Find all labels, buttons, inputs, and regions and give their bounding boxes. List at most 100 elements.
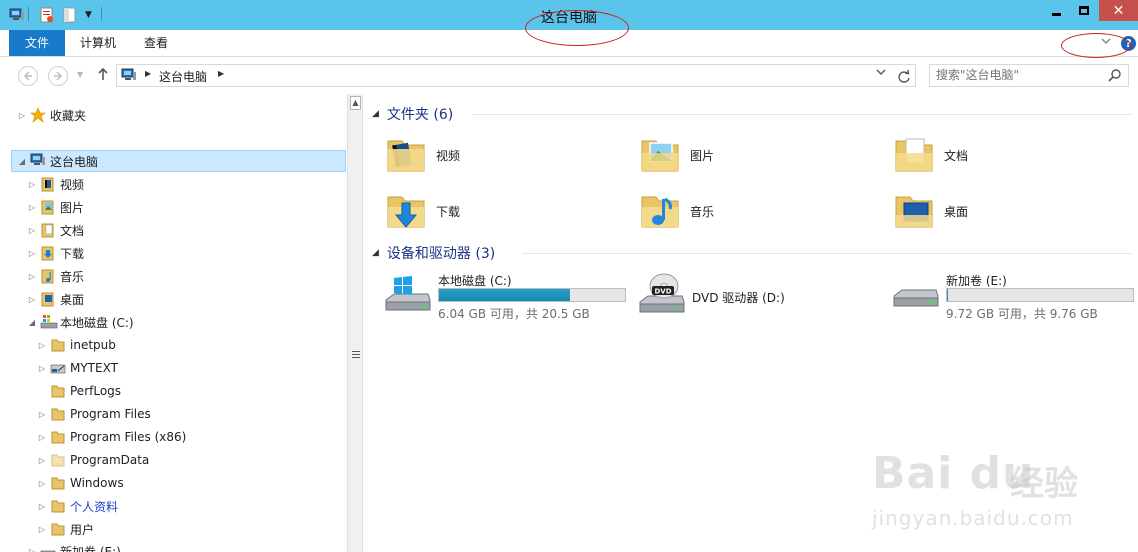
tree-item-label: PerfLogs: [70, 384, 122, 398]
folder-label: 桌面: [944, 204, 969, 219]
folder-icon: [50, 337, 66, 353]
baidu-watermark: Bai du 经验 jingyan.baidu.com: [872, 430, 1132, 550]
local-disk-icon: [40, 314, 58, 330]
expand-arrow-icon[interactable]: ▷: [37, 341, 47, 350]
folders-group-header[interactable]: ◢ 文件夹 (6): [372, 103, 1132, 125]
up-arrow-icon[interactable]: [97, 67, 109, 85]
navigation-pane: ▷ 收藏夹 ◢ 这台电脑 ▷ 视频 ▷ 图片 ▷ 文档 ▷ 下载 ▷ 音乐 ▷ …: [0, 94, 347, 552]
drive-usage-bar: [438, 288, 626, 302]
computer-icon: [121, 68, 137, 85]
breadcrumb-this-pc[interactable]: 这台电脑: [159, 68, 207, 85]
tree-item-downloads[interactable]: ▷ 下载: [27, 243, 84, 263]
tree-item-label: Program Files: [70, 407, 151, 421]
expand-arrow-icon[interactable]: ▷: [27, 180, 37, 189]
computer-icon: [30, 153, 46, 169]
maximize-button[interactable]: [1071, 0, 1097, 21]
minimize-button[interactable]: [1043, 0, 1069, 21]
tree-item-label: 下载: [60, 246, 85, 261]
collapse-group-arrow-icon[interactable]: ◢: [372, 248, 379, 258]
tree-item-music[interactable]: ▷ 音乐: [27, 266, 84, 286]
devices-group-header[interactable]: ◢ 设备和驱动器 (3): [372, 242, 1132, 264]
folder-item-documents[interactable]: 文档: [892, 130, 968, 180]
tree-item-personal-data[interactable]: ▷ 个人资料: [37, 496, 118, 516]
expand-arrow-icon[interactable]: ▷: [27, 295, 37, 304]
downloads-folder-icon: [40, 245, 56, 261]
tree-item-pictures[interactable]: ▷ 图片: [27, 197, 84, 217]
search-input[interactable]: [936, 68, 1106, 82]
breadcrumb-chevron-icon[interactable]: ▶: [145, 69, 151, 78]
tree-item-label: 视频: [60, 177, 85, 192]
documents-folder-icon: [40, 222, 56, 238]
folder-item-desktop[interactable]: 桌面: [892, 186, 968, 236]
pane-splitter-scrollbar[interactable]: ▲: [347, 94, 363, 552]
expand-arrow-icon[interactable]: ▷: [27, 226, 37, 235]
hidden-folder-icon: [50, 452, 66, 468]
search-icon[interactable]: [1108, 68, 1122, 85]
address-bar[interactable]: ▶ 这台电脑 ▶: [116, 64, 916, 87]
folder-icon: [50, 383, 66, 399]
tree-item-label: 个人资料: [70, 499, 119, 514]
expand-arrow-icon[interactable]: ▷: [37, 433, 47, 442]
expand-arrow-icon[interactable]: ▷: [27, 272, 37, 281]
tree-item-new-volume-e[interactable]: ▷ 新加卷 (E:): [27, 541, 121, 552]
tree-item-documents[interactable]: ▷ 文档: [27, 220, 84, 240]
drive-item-d[interactable]: DVD DVD 驱动器 (D:): [638, 270, 888, 326]
collapse-arrow-icon[interactable]: ◢: [27, 318, 37, 327]
tree-item-local-disk-c[interactable]: ◢ 本地磁盘 (C:): [27, 312, 134, 332]
folder-item-videos[interactable]: 视频: [384, 130, 460, 180]
tab-computer[interactable]: 计算机: [70, 30, 126, 56]
scroll-up-arrow-icon[interactable]: ▲: [350, 96, 361, 110]
expand-arrow-icon[interactable]: ▷: [27, 249, 37, 258]
expand-arrow-icon[interactable]: ▷: [37, 525, 47, 534]
drive-item-e[interactable]: 新加卷 (E:) 9.72 GB 可用，共 9.76 GB: [892, 270, 1138, 326]
folder-icon: [50, 429, 66, 445]
expand-arrow-icon[interactable]: ▷: [27, 203, 37, 212]
expand-arrow-icon[interactable]: ▷: [37, 479, 47, 488]
folder-item-pictures[interactable]: 图片: [638, 130, 714, 180]
tree-item-label: Windows: [70, 476, 124, 490]
back-button[interactable]: [18, 66, 38, 86]
folder-item-music[interactable]: 音乐: [638, 186, 714, 236]
breadcrumb-chevron-icon[interactable]: ▶: [218, 69, 224, 78]
expand-arrow-icon[interactable]: ▷: [37, 502, 47, 511]
group-divider: [522, 253, 1132, 254]
expand-arrow-icon[interactable]: ▷: [37, 410, 47, 419]
folder-label: 视频: [436, 148, 461, 163]
tree-item-favorites[interactable]: ▷ 收藏夹: [17, 105, 86, 125]
tree-item-perflogs[interactable]: PerfLogs: [37, 381, 121, 401]
tree-item-programdata[interactable]: ▷ ProgramData: [37, 450, 149, 470]
music-folder-icon: [638, 187, 684, 236]
expand-arrow-icon[interactable]: ▷: [37, 456, 47, 465]
tree-item-this-pc[interactable]: ◢ 这台电脑: [11, 150, 346, 172]
tree-item-mytext[interactable]: ▷ MYTEXT: [37, 358, 118, 378]
expand-arrow-icon[interactable]: ▷: [37, 364, 47, 373]
folder-item-downloads[interactable]: 下载: [384, 186, 460, 236]
close-button[interactable]: ✕: [1099, 0, 1138, 21]
folder-icon: [50, 406, 66, 422]
network-drive-icon: [50, 360, 66, 376]
tree-item-program-files[interactable]: ▷ Program Files: [37, 404, 151, 424]
tree-item-users[interactable]: ▷ 用户: [37, 519, 94, 539]
expand-arrow-icon[interactable]: ▷: [17, 111, 27, 120]
annotation-ellipse-title: [525, 10, 629, 46]
watermark-cn: 经验: [1010, 464, 1078, 504]
tree-item-desktop[interactable]: ▷ 桌面: [27, 289, 84, 309]
collapse-arrow-icon[interactable]: ◢: [17, 157, 27, 166]
address-dropdown-icon[interactable]: [876, 68, 886, 79]
tree-item-videos[interactable]: ▷ 视频: [27, 174, 84, 194]
collapse-group-arrow-icon[interactable]: ◢: [372, 109, 379, 119]
desktop-folder-icon: [40, 291, 56, 307]
videos-folder-icon: [384, 131, 430, 180]
refresh-icon[interactable]: [897, 66, 911, 90]
tree-item-windows[interactable]: ▷ Windows: [37, 473, 124, 493]
tree-item-program-files-x86[interactable]: ▷ Program Files (x86): [37, 427, 186, 447]
drive-item-c[interactable]: 本地磁盘 (C:) 6.04 GB 可用，共 20.5 GB: [384, 270, 634, 326]
expand-arrow-icon[interactable]: ▷: [27, 547, 37, 552]
search-box[interactable]: [929, 64, 1129, 87]
tree-item-inetpub[interactable]: ▷ inetpub: [37, 335, 116, 355]
splitter-grip-icon[interactable]: [352, 351, 360, 359]
forward-button[interactable]: [48, 66, 68, 86]
recent-locations-dropdown-icon[interactable]: ▼: [77, 70, 83, 79]
tab-file[interactable]: 文件: [9, 30, 65, 56]
tab-view[interactable]: 查看: [130, 30, 182, 56]
